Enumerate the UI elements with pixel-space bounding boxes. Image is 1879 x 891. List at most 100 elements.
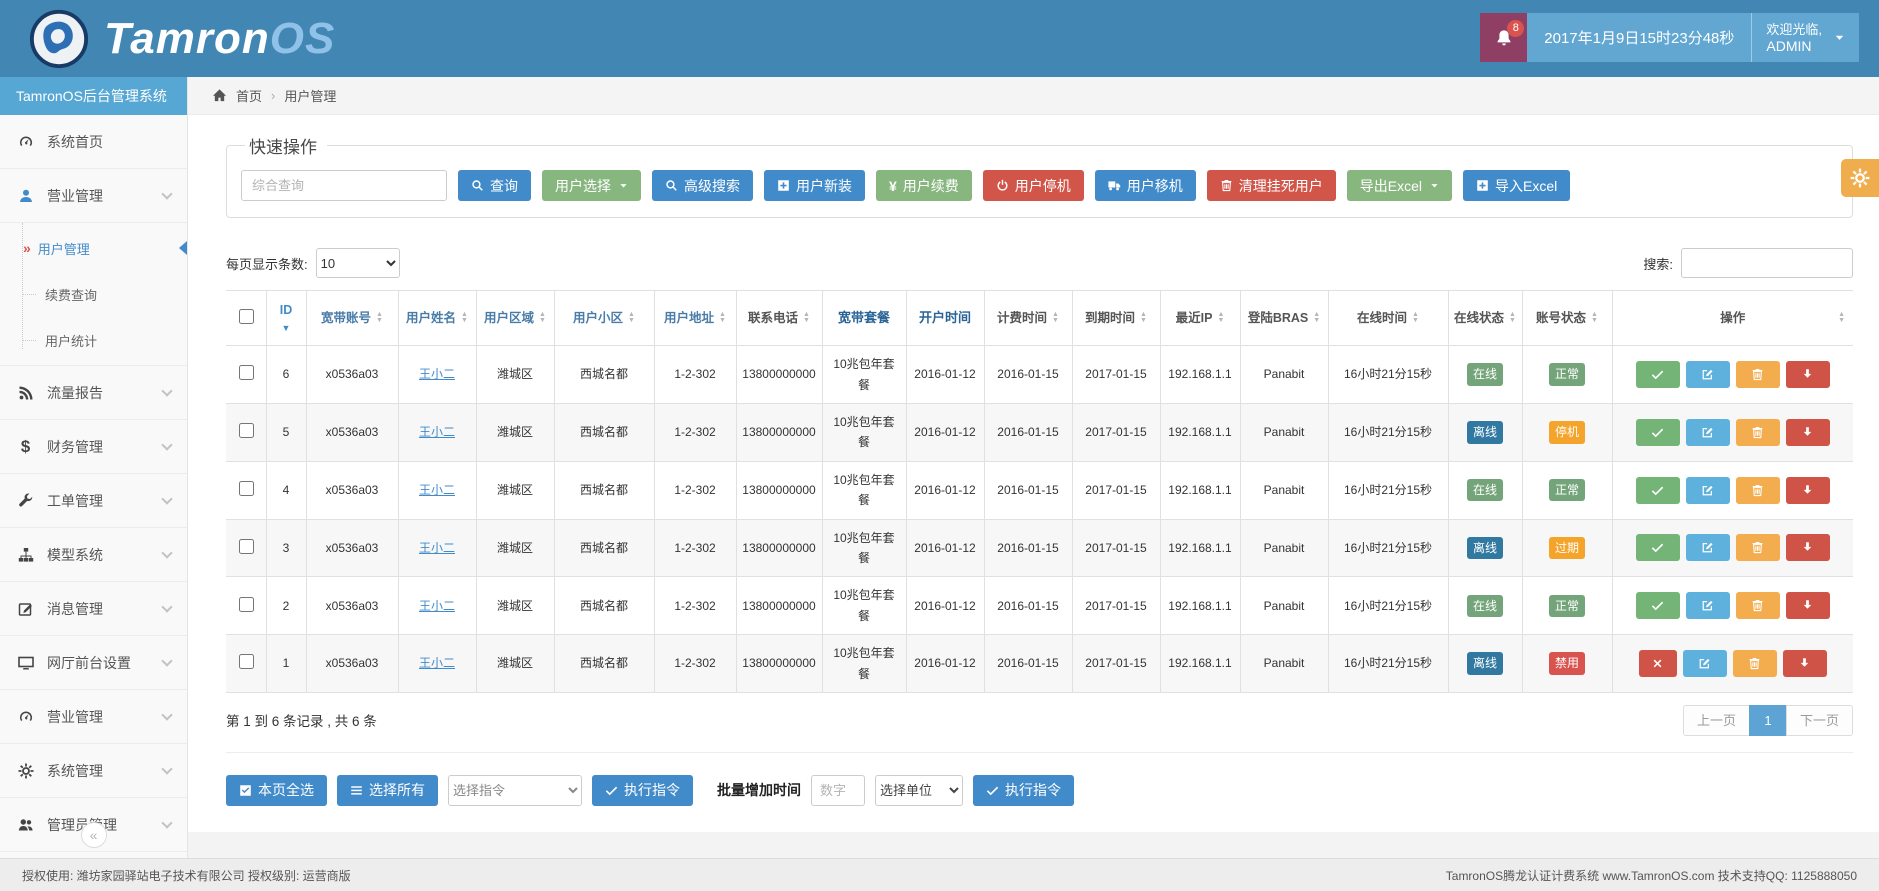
select-page-button[interactable]: 本页全选 [226,775,327,806]
column-header-account_status[interactable]: 账号状态▲▼ [1522,291,1612,346]
column-header-online_time[interactable]: 在线时间▲▼ [1328,291,1448,346]
user-stop-button[interactable]: 用户停机 [983,170,1084,201]
sort-icon[interactable]: ▲▼ [1140,312,1147,324]
settings-gear-button[interactable] [1841,159,1879,197]
quick-search-input[interactable] [241,170,447,201]
sort-icon[interactable]: ▲▼ [1412,312,1419,324]
row-checkbox[interactable] [239,423,254,438]
sort-icon[interactable]: ▲▼ [1052,312,1059,324]
download-action-button[interactable] [1786,419,1830,446]
unit-select[interactable]: 选择单位 [875,775,963,806]
sort-icon[interactable]: ▲▼ [539,312,546,324]
select-all-checkbox[interactable] [239,309,254,324]
export-excel-button[interactable]: 导出Excel [1347,170,1452,201]
number-input[interactable] [811,775,865,806]
column-header-address[interactable]: 用户地址▲▼ [654,291,736,346]
advanced-search-button[interactable]: 高级搜索 [652,170,753,201]
user-name-link[interactable]: 王小二 [419,656,455,670]
column-header-expire_date[interactable]: 到期时间▲▼ [1072,291,1160,346]
notifications-button[interactable]: 8 [1480,13,1527,62]
download-action-button[interactable] [1786,534,1830,561]
sort-icon[interactable]: ▲▼ [1217,312,1224,324]
sidebar-collapse-button[interactable]: « [81,822,107,848]
page-1-button[interactable]: 1 [1749,705,1787,736]
column-header-bill_date[interactable]: 计费时间▲▼ [984,291,1072,346]
edit-action-button[interactable] [1686,592,1730,619]
sort-icon[interactable]: ▲▼ [1838,312,1845,324]
column-header-id[interactable]: ID▼ [266,291,306,346]
prev-page-button[interactable]: 上一页 [1683,705,1750,736]
sidebar-item-system-home[interactable]: 系统首页 [0,115,187,169]
user-menu[interactable]: 欢迎光临, ADMIN [1751,13,1859,62]
page-size-select[interactable]: 10 [316,248,400,278]
check-action-button[interactable] [1636,419,1680,446]
sidebar-item-portal-settings[interactable]: 网厅前台设置 [0,636,187,690]
column-header-account[interactable]: 宽带账号▲▼ [306,291,398,346]
user-move-button[interactable]: 用户移机 [1095,170,1196,201]
trash-action-button[interactable] [1736,419,1780,446]
download-action-button[interactable] [1783,650,1827,677]
edit-action-button[interactable] [1686,477,1730,504]
sidebar-item-user-mgmt[interactable]: »用户管理 [0,225,187,271]
sort-icon[interactable]: ▲▼ [1591,312,1598,324]
sort-icon[interactable]: ▲▼ [376,312,383,324]
sidebar-item-traffic-report[interactable]: 流量报告 [0,366,187,420]
download-action-button[interactable] [1786,592,1830,619]
user-install-button[interactable]: 用户新装 [764,170,865,201]
sort-icon[interactable]: ▲▼ [1509,312,1516,324]
user-name-link[interactable]: 王小二 [419,541,455,555]
column-header-community[interactable]: 用户小区▲▼ [554,291,654,346]
sidebar-item-business-mgmt-2[interactable]: 营业管理 [0,690,187,744]
next-page-button[interactable]: 下一页 [1786,705,1853,736]
column-header-actions[interactable]: 操作▲▼ [1612,291,1853,346]
table-search-input[interactable] [1681,248,1853,278]
sidebar-item-message-mgmt[interactable]: 消息管理 [0,582,187,636]
user-name-link[interactable]: 王小二 [419,483,455,497]
sidebar-item-system-mgmt[interactable]: 系统管理 [0,744,187,798]
query-button[interactable]: 查询 [458,170,531,201]
sort-icon[interactable]: ▲▼ [1313,312,1320,324]
sort-icon[interactable]: ▲▼ [461,312,468,324]
sidebar-item-user-stats[interactable]: 用户统计 [0,317,187,363]
sort-icon[interactable]: ▲▼ [628,312,635,324]
column-header-region[interactable]: 用户区域▲▼ [476,291,554,346]
sidebar-item-renew-query[interactable]: 续费查询 [0,271,187,317]
sort-icon[interactable]: ▲▼ [719,312,726,324]
edit-action-button[interactable] [1686,419,1730,446]
sidebar-item-finance-mgmt[interactable]: $财务管理 [0,420,187,474]
sort-desc-icon[interactable]: ▼ [271,322,302,336]
column-header-plan[interactable]: 宽带套餐 [822,291,906,346]
user-name-link[interactable]: 王小二 [419,425,455,439]
edit-action-button[interactable] [1686,534,1730,561]
sort-icon[interactable]: ▲▼ [803,312,810,324]
trash-action-button[interactable] [1736,592,1780,619]
row-checkbox[interactable] [239,365,254,380]
row-checkbox[interactable] [239,481,254,496]
check-action-button[interactable] [1636,477,1680,504]
check-action-button[interactable] [1636,361,1680,388]
trash-action-button[interactable] [1733,650,1777,677]
column-header-name[interactable]: 用户姓名▲▼ [398,291,476,346]
edit-action-button[interactable] [1683,650,1727,677]
download-action-button[interactable] [1786,477,1830,504]
edit-action-button[interactable] [1686,361,1730,388]
sidebar-item-business-mgmt[interactable]: 营业管理 [0,169,187,223]
trash-action-button[interactable] [1736,361,1780,388]
check-action-button[interactable] [1636,592,1680,619]
user-name-link[interactable]: 王小二 [419,367,455,381]
column-header-bras[interactable]: 登陆BRAS▲▼ [1240,291,1328,346]
download-action-button[interactable] [1786,361,1830,388]
row-checkbox[interactable] [239,654,254,669]
check-action-button[interactable] [1636,534,1680,561]
trash-action-button[interactable] [1736,477,1780,504]
trash-action-button[interactable] [1736,534,1780,561]
column-header-ip[interactable]: 最近IP▲▼ [1160,291,1240,346]
breadcrumb-home[interactable]: 首页 [236,86,262,105]
command-select[interactable]: 选择指令 [448,775,582,806]
execute-command-button[interactable]: 执行指令 [592,775,693,806]
clear-dead-users-button[interactable]: 清理挂死用户 [1207,170,1336,201]
row-checkbox[interactable] [239,539,254,554]
import-excel-button[interactable]: 导入Excel [1463,170,1570,201]
sidebar-item-model-system[interactable]: 模型系统 [0,528,187,582]
x-action-button[interactable] [1639,650,1677,677]
